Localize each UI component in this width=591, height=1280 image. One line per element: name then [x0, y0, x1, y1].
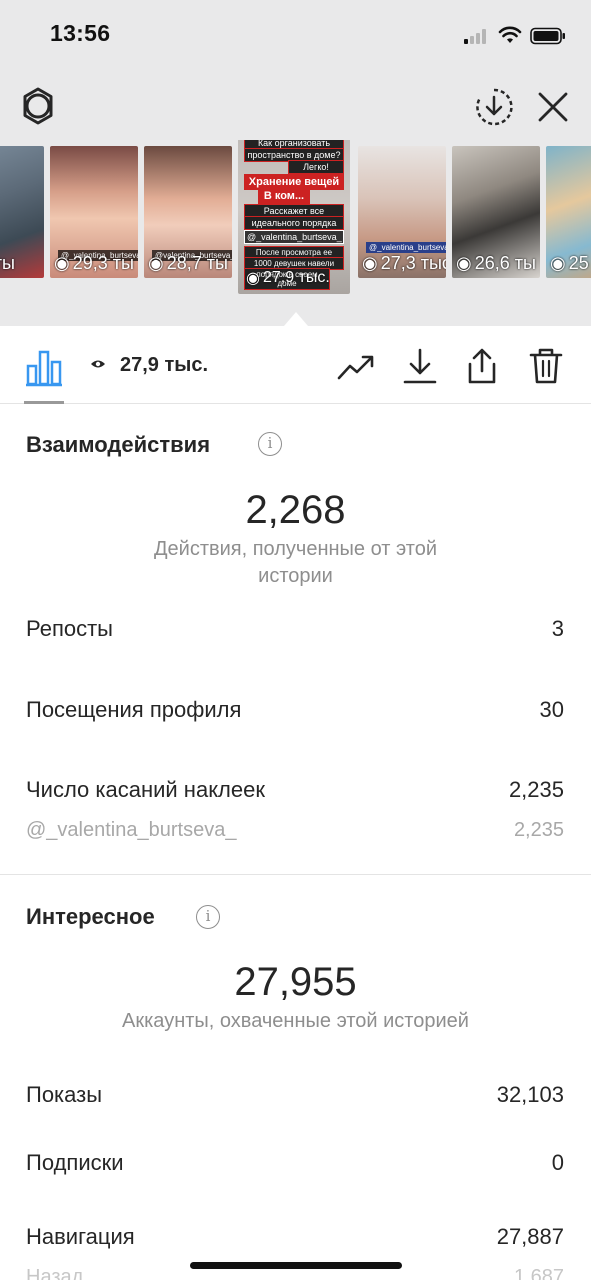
follows-value: 0	[551, 1150, 564, 1175]
delete-trash-icon[interactable]	[526, 346, 566, 386]
close-icon[interactable]	[536, 90, 570, 124]
discovery-total: 27,955	[234, 960, 357, 1004]
story-thumbnail[interactable]: @valentina_burtseva_ ◉ 28,7 ты	[144, 146, 232, 278]
story-thumbnail-selected[interactable]: Как организовать пространство в доме? Ле…	[238, 140, 350, 294]
back-value: 1,687	[513, 1266, 564, 1280]
home-indicator[interactable]	[190, 1262, 402, 1269]
thumbnail-views: ◉ 28,7 ты	[148, 253, 228, 273]
story-insights-toolbar: 27,9 тыс.	[0, 326, 591, 404]
promote-trend-icon[interactable]	[336, 346, 376, 386]
back-label: Назад	[26, 1266, 84, 1280]
follows-label: Подписки	[26, 1150, 124, 1175]
download-icon[interactable]	[400, 346, 440, 386]
mention-sticker-label: @_valentina_burtseva_	[26, 819, 237, 841]
status-time: 13:56	[50, 20, 111, 46]
story-thumbnail[interactable]: @_valentina_burtseva_ ◉ 27,3 тыс	[358, 146, 446, 278]
thumbnail-views: ◉ 25	[550, 253, 589, 273]
story-thumbnail[interactable]: ◉7 ты	[0, 146, 44, 278]
interactions-total-label: Действия, полученные от этой истории	[153, 538, 437, 587]
interactions-info-icon[interactable]: i	[258, 432, 282, 456]
share-icon[interactable]	[462, 346, 502, 386]
sticker-taps-label: Число касаний наклеек	[26, 777, 265, 802]
discovery-total-label: Аккаунты, охваченные этой историей	[122, 1010, 469, 1032]
signal-icon	[464, 28, 490, 44]
story-thumbnail[interactable]: ◉ 26,6 ты	[452, 146, 540, 278]
navigation-value: 27,887	[496, 1224, 564, 1249]
save-download-icon[interactable]	[474, 87, 514, 127]
thumbnail-views: ◉7 ты	[0, 253, 15, 273]
sticker-taps-value: 2,235	[508, 777, 564, 802]
interactions-total: 2,268	[245, 488, 346, 532]
thumbnail-views: ◉ 29,3 ты	[54, 253, 134, 273]
settings-gear-icon[interactable]	[18, 86, 58, 126]
eye-icon	[91, 360, 105, 368]
bar-chart-icon[interactable]	[24, 348, 64, 388]
status-bar: 13:56	[0, 0, 591, 66]
battery-icon	[530, 27, 565, 45]
impressions-label: Показы	[26, 1082, 103, 1107]
wifi-icon	[498, 26, 522, 43]
selected-pointer	[284, 312, 308, 326]
navigation-label: Навигация	[26, 1224, 135, 1249]
mention-sticker-value: 2,235	[513, 819, 564, 841]
story-thumbnail[interactable]: ◉ 25	[546, 146, 591, 278]
views-total: 27,9 тыс.	[120, 354, 209, 376]
thumbnail-views: ◉ 27,3 тыс	[362, 253, 446, 273]
reposts-value: 3	[551, 616, 564, 641]
section-divider	[0, 874, 591, 875]
discovery-title: Интересное	[26, 904, 155, 929]
discovery-info-icon[interactable]: i	[196, 905, 220, 929]
story-header-area: 13:56 ◉7 ты	[0, 0, 591, 326]
thumbnail-views: ◉ 27,9 тыс.	[246, 269, 330, 287]
interactions-title: Взаимодействия	[26, 432, 211, 457]
story-thumbnail[interactable]: @_valentina_burtseva_ ◉ 29,3 ты	[50, 146, 138, 278]
profile-visits-label: Посещения профиля	[26, 697, 242, 722]
thumbnail-views: ◉ 26,6 ты	[456, 253, 536, 273]
tab-underline	[24, 401, 64, 404]
reposts-label: Репосты	[26, 616, 113, 641]
story-thumbnails-strip: ◉7 ты @_valentina_burtseva_ ◉29,3 ты @va…	[0, 140, 591, 300]
profile-visits-value: 30	[539, 697, 564, 722]
impressions-value: 32,103	[496, 1082, 564, 1107]
